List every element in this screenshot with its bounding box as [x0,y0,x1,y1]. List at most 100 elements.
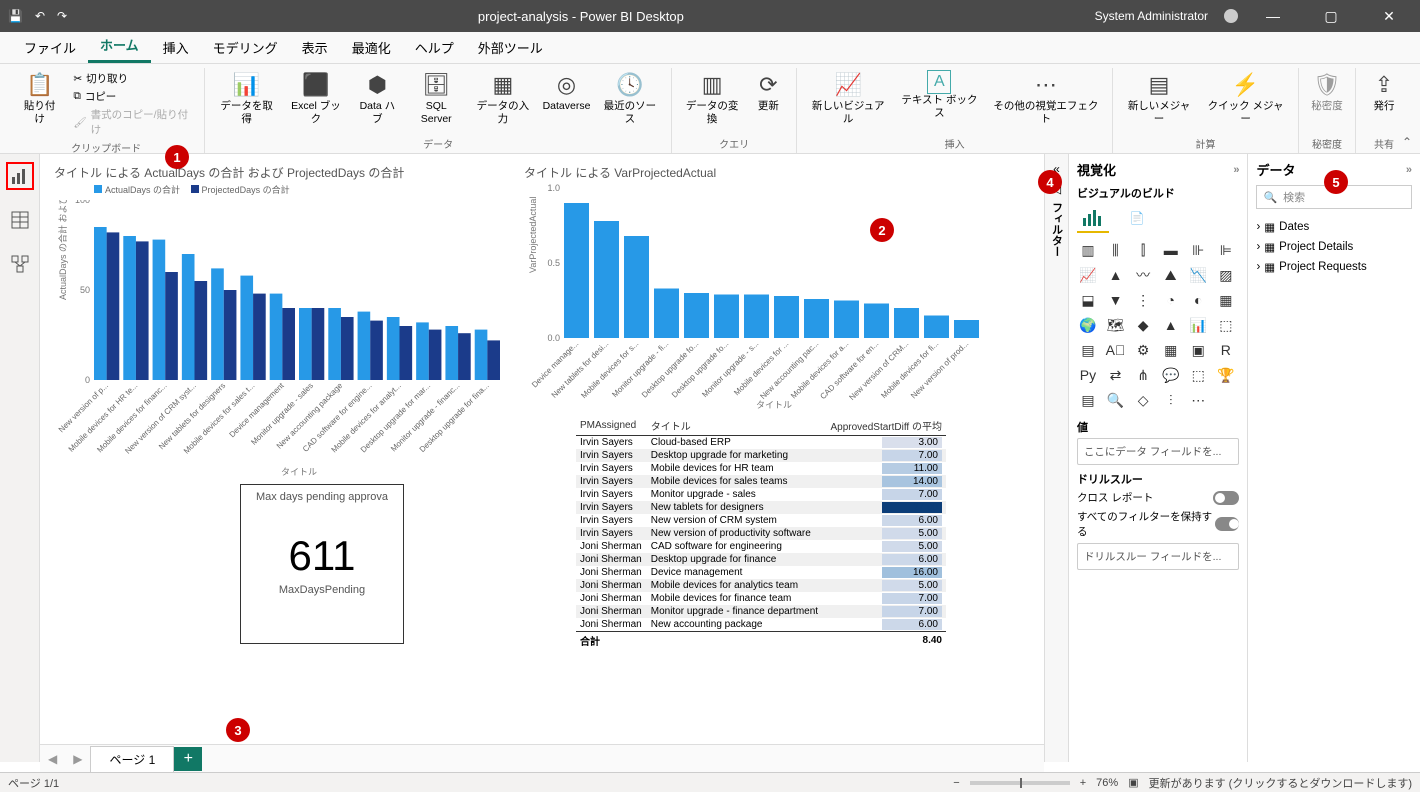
viz-type-icon[interactable]: 📊 [1187,314,1209,336]
zoom-out-button[interactable]: − [953,777,959,789]
fit-page-icon[interactable]: ▣ [1128,776,1138,789]
viz-type-icon[interactable]: ⚙ [1132,339,1154,361]
format-visual-tab[interactable]: 📄 [1121,205,1153,233]
add-page-button[interactable]: + [174,747,202,771]
viz-type-icon[interactable]: ◔ [1160,289,1182,311]
zoom-slider[interactable] [970,781,1070,785]
filter-pane-label[interactable]: フィルター [1048,202,1064,257]
collapse-data-icon[interactable]: » [1406,164,1412,176]
table-row[interactable]: Irvin SayersCloud-based ERP3.00 [576,436,946,450]
table-row[interactable]: Irvin SayersMobile devices for sales tea… [576,475,946,488]
tab-home[interactable]: ホーム [88,29,151,63]
minimize-button[interactable]: — [1250,8,1296,24]
viz-type-icon[interactable]: 🗺 [1105,314,1127,336]
viz-type-icon[interactable]: ⊪ [1187,239,1209,261]
field-project-details[interactable]: ›▦Project Details [1256,237,1412,257]
collapse-ribbon-icon[interactable]: ⌃ [1402,135,1412,149]
tab-external[interactable]: 外部ツール [466,32,555,63]
publish-button[interactable]: ⇪発行 [1364,68,1404,115]
viz-type-icon[interactable]: ⫶ [1160,389,1182,411]
prev-page-button[interactable]: ◀ [40,748,65,770]
report-view-button[interactable] [6,162,34,190]
paste-button[interactable]: 📋 貼り付け [16,68,63,127]
table-row[interactable]: Irvin SayersNew version of productivity … [576,527,946,540]
copy-button[interactable]: ⧉コピー [71,88,192,105]
textbox-button[interactable]: Aテキスト ボックス [895,68,984,121]
viz-type-icon[interactable]: A⃞ [1105,339,1127,361]
keep-filters-toggle[interactable] [1215,517,1240,531]
avatar[interactable] [1224,9,1238,23]
new-measure-button[interactable]: ▤新しいメジャー [1121,68,1197,127]
viz-type-icon[interactable]: ▥ [1077,239,1099,261]
new-visual-button[interactable]: 📈新しいビジュアル [805,68,891,127]
sensitivity-button[interactable]: 🛡秘密度 [1307,68,1347,115]
user-name[interactable]: System Administrator [1095,9,1208,23]
enter-data-button[interactable]: ▦データの入力 [470,68,537,127]
drillthrough-field-well[interactable]: ドリルスルー フィールドを... [1077,543,1240,570]
viz-type-icon[interactable]: 〰 [1132,264,1154,286]
viz-type-icon[interactable]: ▲ [1105,264,1127,286]
viz-type-icon[interactable]: ⋯ [1187,389,1209,411]
build-visual-tab[interactable] [1077,205,1109,233]
cut-button[interactable]: ✂切り取り [71,70,192,87]
viz-type-icon[interactable]: 📉 [1187,264,1209,286]
viz-type-icon[interactable]: ⬚ [1215,314,1237,336]
table-approved-start-diff[interactable]: PMAssigned タイトル ApprovedStartDiff の平均 Ir… [576,416,946,649]
tab-optimize[interactable]: 最適化 [340,32,403,63]
table-row[interactable]: Irvin SayersMonitor upgrade - sales7.00 [576,488,946,501]
quick-measure-button[interactable]: ⚡クイック メジャー [1201,68,1290,127]
viz-type-icon[interactable]: ▣ [1187,339,1209,361]
viz-type-icon[interactable]: ▤ [1077,339,1099,361]
collapse-viz-icon[interactable]: » [1233,164,1239,176]
table-row[interactable]: Joni ShermanMonitor upgrade - finance de… [576,605,946,618]
table-row[interactable]: Irvin SayersNew version of CRM system6.0… [576,514,946,527]
viz-type-icon[interactable]: ▬ [1160,239,1182,261]
table-row[interactable]: Irvin SayersNew tablets for designers27.… [576,501,946,514]
maximize-button[interactable]: ▢ [1308,8,1354,25]
table-row[interactable]: Joni ShermanMobile devices for finance t… [576,592,946,605]
table-row[interactable]: Irvin SayersMobile devices for HR team11… [576,462,946,475]
tab-view[interactable]: 表示 [290,32,340,63]
viz-type-icon[interactable]: ⋔ [1132,364,1154,386]
table-row[interactable]: Joni ShermanCAD software for engineering… [576,540,946,553]
viz-type-icon[interactable]: ⬓ [1077,289,1099,311]
redo-icon[interactable]: ↷ [57,9,67,23]
table-row[interactable]: Irvin SayersDesktop upgrade for marketin… [576,449,946,462]
sql-button[interactable]: 🗄SQL Server [407,68,466,127]
transform-button[interactable]: ▥データの変換 [680,68,744,127]
viz-type-icon[interactable]: ▲ [1160,314,1182,336]
viz-type-icon[interactable]: ⇄ [1105,364,1127,386]
viz-type-icon[interactable]: ▦ [1215,289,1237,311]
viz-type-icon[interactable]: ⬚ [1187,364,1209,386]
viz-type-icon[interactable]: 💬 [1160,364,1182,386]
excel-button[interactable]: ⬛Excel ブック [284,68,348,127]
viz-type-icon[interactable]: R [1215,339,1237,361]
chart-actual-projected[interactable]: タイトル による ActualDays の合計 および ProjectedDay… [54,164,514,484]
refresh-button[interactable]: ⟳更新 [748,68,788,115]
next-page-button[interactable]: ▶ [65,748,90,770]
get-data-button[interactable]: 📊データを取得 [213,68,280,127]
viz-type-icon[interactable]: ◇ [1132,389,1154,411]
table-row[interactable]: Joni ShermanMobile devices for analytics… [576,579,946,592]
viz-type-icon[interactable]: 🏆 [1215,364,1237,386]
update-notice[interactable]: 更新があります (クリックするとダウンロードします) [1149,775,1412,791]
values-field-well[interactable]: ここにデータ フィールドを... [1077,438,1240,465]
viz-type-icon[interactable]: ⊫ [1215,239,1237,261]
field-project-requests[interactable]: ›▦Project Requests [1256,257,1412,277]
page-tab-1[interactable]: ページ 1 [90,746,174,772]
table-row[interactable]: Joni ShermanDevice management16.00 [576,566,946,579]
viz-type-icon[interactable]: ▤ [1077,389,1099,411]
tab-help[interactable]: ヘルプ [403,32,466,63]
viz-type-icon[interactable]: ▨ [1215,264,1237,286]
viz-type-icon[interactable]: 🌍 [1077,314,1099,336]
viz-type-icon[interactable]: ⛰ [1160,264,1182,286]
table-row[interactable]: Joni ShermanNew accounting package6.00 [576,618,946,632]
table-row[interactable]: Joni ShermanDesktop upgrade for finance6… [576,553,946,566]
cross-report-toggle[interactable] [1213,491,1239,505]
viz-type-icon[interactable]: ⫼ [1105,239,1127,261]
format-painter-button[interactable]: 🖌書式のコピー/貼り付け [71,106,192,138]
more-visuals-button[interactable]: ⋯その他の視覚エフェクト [988,68,1104,127]
viz-type-icon[interactable]: ⋮ [1132,289,1154,311]
tab-file[interactable]: ファイル [12,32,88,63]
recent-button[interactable]: 🕓最近のソース [597,68,663,127]
